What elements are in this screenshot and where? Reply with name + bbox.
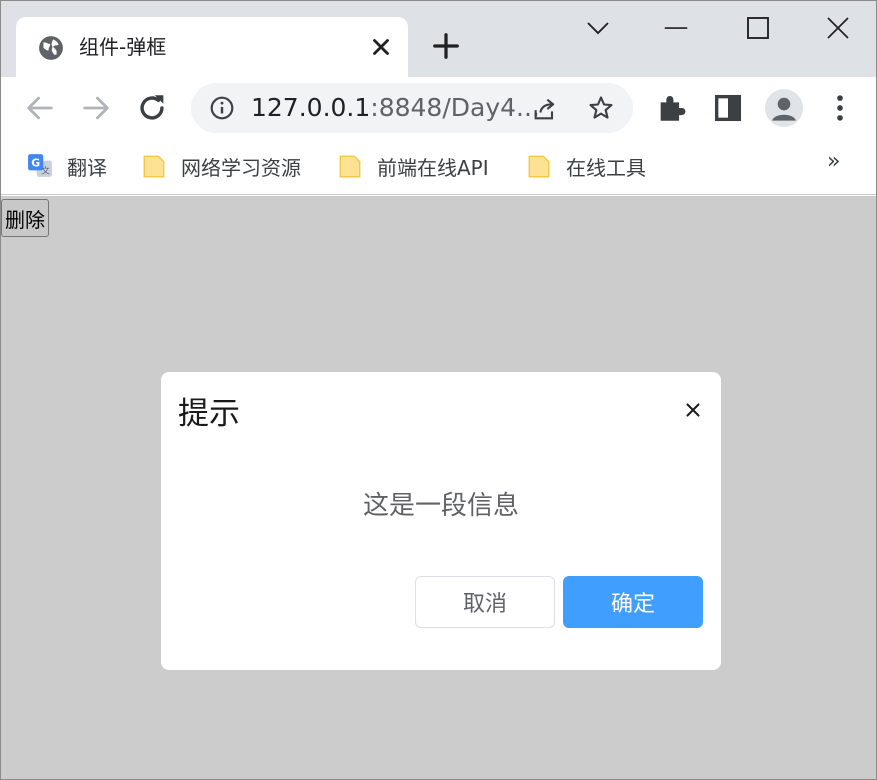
browser-window: 组件-弹框 127.0.0.1:8848/Day4... G 文 翻译 网络学习… <box>0 0 877 780</box>
delete-button[interactable]: 删除 <box>1 199 49 237</box>
message-dialog: 提示 这是一段信息 取消 确定 <box>161 372 721 670</box>
dialog-close-icon[interactable] <box>682 399 704 421</box>
kebab-menu-icon[interactable] <box>823 91 857 125</box>
svg-text:文: 文 <box>41 165 50 177</box>
url-rest: :8848/Day4... <box>370 93 540 122</box>
url-host: 127.0.0.1 <box>251 93 371 122</box>
profile-avatar[interactable] <box>765 89 803 127</box>
browser-toolbar: 127.0.0.1:8848/Day4... <box>1 77 876 139</box>
tab-title: 组件-弹框 <box>79 35 167 59</box>
folder-icon <box>339 155 361 178</box>
address-bar[interactable]: 127.0.0.1:8848/Day4... <box>191 83 633 133</box>
tab-close-icon[interactable] <box>368 34 394 60</box>
forward-arrow-icon[interactable] <box>79 91 113 125</box>
person-icon <box>772 97 796 121</box>
bookmark-label: 在线工具 <box>566 155 646 180</box>
bookmark-star-icon[interactable] <box>587 94 615 122</box>
dialog-message: 这是一段信息 <box>362 491 519 521</box>
site-info-icon[interactable] <box>209 95 235 121</box>
bookmark-folder-online-tools[interactable]: 在线工具 <box>526 151 646 181</box>
url-text: 127.0.0.1:8848/Day4... <box>251 93 540 123</box>
extensions-puzzle-icon[interactable] <box>655 91 689 125</box>
new-tab-plus-icon[interactable] <box>431 31 461 61</box>
page-content: 删除 提示 这是一段信息 取消 确定 <box>1 196 876 779</box>
bookmarks-bar: G 文 翻译 网络学习资源 前端在线API 在线工具 » <box>1 139 876 195</box>
bookmarks-overflow-chevron[interactable]: » <box>827 149 840 174</box>
folder-icon <box>528 155 550 178</box>
maximize-icon[interactable] <box>743 13 773 43</box>
tab-strip: 组件-弹框 <box>1 1 876 77</box>
bookmark-label: 翻译 <box>67 155 107 180</box>
back-arrow-icon[interactable] <box>23 91 57 125</box>
dialog-title: 提示 <box>178 396 240 432</box>
confirm-button[interactable]: 确定 <box>563 576 703 628</box>
folder-icon <box>143 155 165 178</box>
side-panel-icon[interactable] <box>711 91 745 125</box>
google-translate-icon: G 文 <box>28 154 52 177</box>
minimize-icon[interactable] <box>661 13 691 43</box>
bookmark-label: 前端在线API <box>377 155 489 180</box>
svg-text:G: G <box>31 157 40 170</box>
tab-search-chevron-icon[interactable] <box>583 13 613 43</box>
bookmark-folder-learning[interactable]: 网络学习资源 <box>141 151 301 181</box>
bookmark-translate[interactable]: G 文 翻译 <box>27 151 107 181</box>
bookmark-folder-frontend-api[interactable]: 前端在线API <box>337 151 489 181</box>
reload-icon[interactable] <box>135 91 169 125</box>
active-tab[interactable]: 组件-弹框 <box>16 17 408 77</box>
share-icon[interactable] <box>531 95 559 123</box>
cancel-button[interactable]: 取消 <box>415 576 555 628</box>
globe-icon <box>39 36 63 60</box>
bookmark-label: 网络学习资源 <box>181 155 301 180</box>
window-close-icon[interactable] <box>823 13 853 43</box>
